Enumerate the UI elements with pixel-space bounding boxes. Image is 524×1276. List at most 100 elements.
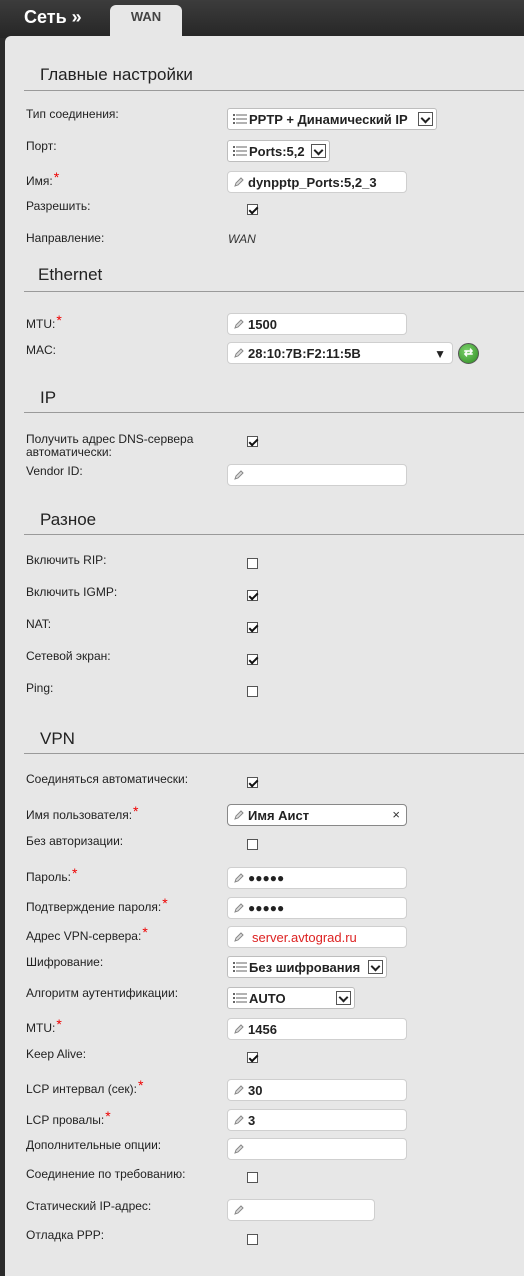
igmp-label: Включить IGMP: xyxy=(26,585,118,599)
pencil-icon xyxy=(234,1085,244,1095)
port-label: Порт: xyxy=(26,139,57,153)
divider xyxy=(24,412,524,413)
section-title-vpn: VPN xyxy=(40,729,75,748)
chevron-down-icon[interactable] xyxy=(336,991,351,1005)
breadcrumb[interactable]: Сеть » xyxy=(24,7,82,28)
pencil-icon xyxy=(234,348,244,358)
nat-label: NAT: xyxy=(26,617,52,631)
required-mark: * xyxy=(142,924,148,940)
username-value: Имя Аист xyxy=(248,808,310,823)
chevron-down-icon[interactable] xyxy=(368,960,383,974)
mac-input[interactable]: 28:10:7B:F2:11:5B ▼ xyxy=(227,342,453,364)
required-mark: * xyxy=(56,312,62,328)
required-mark: * xyxy=(105,1108,111,1124)
ethernet-mtu-input[interactable]: 1500 xyxy=(227,313,407,335)
confirm-password-label: Подтверждение пароля:* xyxy=(26,895,168,914)
noauth-label: Без авторизации: xyxy=(26,834,124,848)
pencil-icon xyxy=(234,1205,244,1215)
igmp-checkbox[interactable] xyxy=(247,590,258,601)
top-bar: Сеть » WAN xyxy=(0,0,524,39)
port-value: Ports:5,2 xyxy=(249,144,305,159)
keepalive-checkbox[interactable] xyxy=(247,1052,258,1063)
mac-value: 28:10:7B:F2:11:5B xyxy=(248,346,361,361)
pencil-icon xyxy=(234,470,244,480)
section-title-ethernet: Ethernet xyxy=(38,265,103,284)
extra-options-input[interactable] xyxy=(227,1138,407,1160)
lcp-fails-label: LCP провалы:* xyxy=(26,1108,111,1127)
connection-type-label: Тип соединения: xyxy=(26,107,119,121)
lcp-interval-input[interactable]: 30 xyxy=(227,1079,407,1101)
pencil-icon xyxy=(234,873,244,883)
list-icon xyxy=(233,114,247,124)
nat-checkbox[interactable] xyxy=(247,622,258,633)
section-title-main: Главные настройки xyxy=(40,65,193,84)
extra-options-label: Дополнительные опции: xyxy=(26,1138,162,1152)
chevron-down-icon[interactable] xyxy=(418,112,433,126)
ping-checkbox[interactable] xyxy=(247,686,258,697)
encryption-select[interactable]: Без шифрования xyxy=(227,956,387,978)
lcp-interval-label: LCP интервал (сек):* xyxy=(26,1077,144,1096)
rip-label: Включить RIP: xyxy=(26,553,107,567)
firewall-label: Сетевой экран: xyxy=(26,649,111,663)
pencil-icon xyxy=(234,1024,244,1034)
vpn-server-value: server.avtograd.ru xyxy=(252,930,357,945)
confirm-password-value: ●●●●● xyxy=(248,901,285,915)
lcp-interval-value: 30 xyxy=(248,1083,263,1098)
ppp-debug-checkbox[interactable] xyxy=(247,1234,258,1245)
vpn-mtu-label: MTU:* xyxy=(26,1016,62,1035)
noauth-checkbox[interactable] xyxy=(247,839,258,850)
password-input[interactable]: ●●●●● xyxy=(227,867,407,889)
list-icon xyxy=(233,993,247,1003)
chevron-down-icon[interactable] xyxy=(311,144,326,158)
port-select[interactable]: Ports:5,2 xyxy=(227,140,330,162)
auth-algorithm-label: Алгоритм аутентификации: xyxy=(26,986,179,1000)
vendor-id-input[interactable] xyxy=(227,464,407,486)
auth-algorithm-value: AUTO xyxy=(249,991,286,1006)
on-demand-label: Соединение по требованию: xyxy=(26,1167,186,1181)
name-value: dynpptp_Ports:5,2_3 xyxy=(248,175,377,190)
required-mark: * xyxy=(138,1077,144,1093)
ppp-debug-label: Отладка PPP: xyxy=(26,1228,105,1242)
on-demand-checkbox[interactable] xyxy=(247,1172,258,1183)
name-input[interactable]: dynpptp_Ports:5,2_3 xyxy=(227,171,407,193)
auth-algorithm-select[interactable]: AUTO xyxy=(227,987,355,1009)
list-icon xyxy=(233,962,247,972)
dropdown-arrow-icon[interactable]: ▼ xyxy=(434,347,446,361)
clear-icon[interactable]: × xyxy=(392,807,400,822)
direction-label: Направление: xyxy=(26,231,105,245)
required-mark: * xyxy=(53,169,60,185)
name-label: Имя:* xyxy=(26,169,60,188)
ethernet-mtu-label: MTU:* xyxy=(26,312,62,331)
rip-checkbox[interactable] xyxy=(247,558,258,569)
section-title-ip: IP xyxy=(40,388,57,407)
vpn-server-input[interactable]: server.avtograd.ru xyxy=(227,926,407,948)
keepalive-label: Keep Alive: xyxy=(26,1047,87,1061)
ethernet-mtu-value: 1500 xyxy=(248,317,277,332)
vpn-mtu-input[interactable]: 1456 xyxy=(227,1018,407,1040)
vendor-id-label: Vendor ID: xyxy=(26,464,83,478)
pencil-icon xyxy=(234,319,244,329)
divider xyxy=(24,291,524,292)
username-label: Имя пользователя:* xyxy=(26,803,139,822)
pencil-icon xyxy=(234,810,244,820)
refresh-mac-icon[interactable]: ⇄ xyxy=(458,343,479,364)
enable-checkbox[interactable] xyxy=(247,204,258,215)
lcp-fails-input[interactable]: 3 xyxy=(227,1109,407,1131)
static-ip-input[interactable] xyxy=(227,1199,375,1221)
pencil-icon xyxy=(234,1115,244,1125)
dns-auto-checkbox[interactable] xyxy=(247,436,258,447)
username-input[interactable]: Имя Аист × xyxy=(227,804,407,826)
required-mark: * xyxy=(133,803,139,819)
auto-connect-checkbox[interactable] xyxy=(247,777,258,788)
firewall-checkbox[interactable] xyxy=(247,654,258,665)
confirm-password-input[interactable]: ●●●●● xyxy=(227,897,407,919)
ping-label: Ping: xyxy=(26,681,54,695)
connection-type-select[interactable]: PPTP + Динамический IP xyxy=(227,108,437,130)
pencil-icon xyxy=(234,177,244,187)
vpn-server-label: Адрес VPN-сервера:* xyxy=(26,924,148,943)
pencil-icon xyxy=(234,932,244,942)
encryption-label: Шифрование: xyxy=(26,955,104,969)
required-mark: * xyxy=(162,895,168,911)
tab-wan[interactable]: WAN xyxy=(110,5,182,39)
section-title-misc: Разное xyxy=(40,510,97,529)
